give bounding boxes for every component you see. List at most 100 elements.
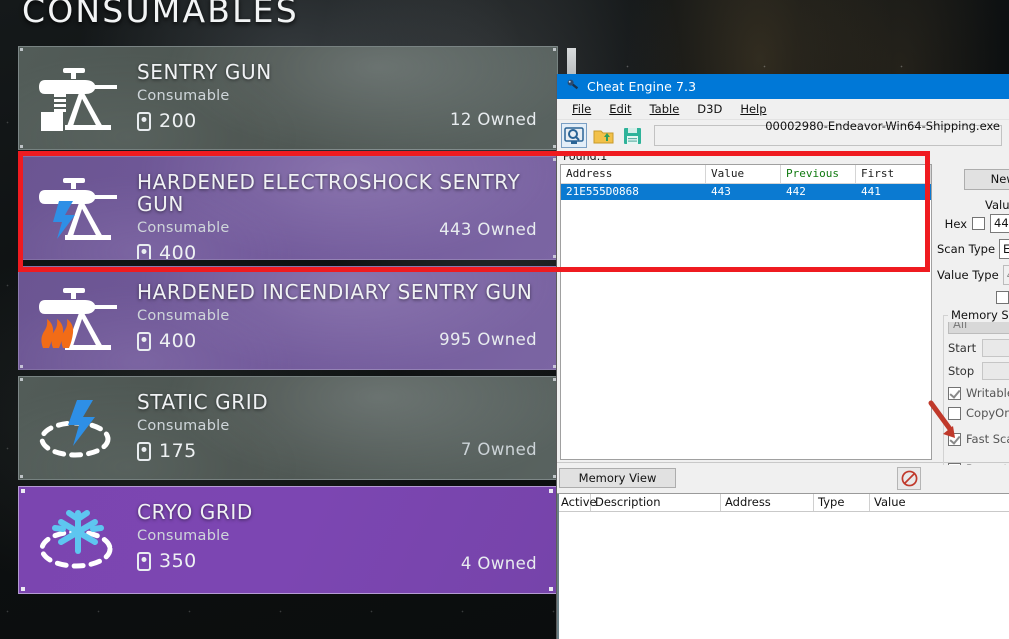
cell-previous: 442 xyxy=(781,184,856,200)
memory-scan-legend: Memory S xyxy=(948,308,1009,322)
column-header-ct-value[interactable]: Value xyxy=(870,494,990,511)
menu-help-label: Help xyxy=(740,102,766,116)
column-header-description[interactable]: Description xyxy=(591,494,721,511)
save-file-icon[interactable] xyxy=(619,123,645,148)
cheat-engine-toolbar[interactable]: 00002980-Endeavor-Win64-Shipping.exe xyxy=(557,120,1009,151)
scan-type-label: Scan Type xyxy=(937,242,995,256)
sentry-gun-incendiary-icon xyxy=(19,267,137,369)
currency-icon xyxy=(137,552,151,571)
cell-address: 21E555D0868 xyxy=(561,184,706,200)
no-entry-icon[interactable] xyxy=(897,467,921,490)
red-arrow-annotation xyxy=(926,400,962,442)
cheat-engine-titlebar[interactable]: Cheat Engine 7.3 xyxy=(557,74,1009,99)
card-body: CRYO GRID Consumable 350 4 Owned xyxy=(137,487,557,593)
value-type-select[interactable]: 4 B xyxy=(1003,265,1009,285)
card-body: SENTRY GUN Consumable 200 12 Owned xyxy=(137,47,557,149)
item-owned-count: 995 Owned xyxy=(439,330,537,349)
hex-checkbox[interactable] xyxy=(972,217,985,230)
new-scan-button[interactable]: New Scan xyxy=(964,169,1009,190)
scan-results-list[interactable]: Address Value Previous First 21E555D0868… xyxy=(560,164,932,460)
item-owned-count: 7 Owned xyxy=(461,440,537,459)
item-price: 175 xyxy=(159,440,197,462)
stop-address-input[interactable] xyxy=(982,362,1009,380)
open-process-icon[interactable] xyxy=(561,123,587,148)
cell-value: 443 xyxy=(706,184,781,200)
column-header-active[interactable]: Active xyxy=(557,494,591,511)
open-file-icon[interactable] xyxy=(590,123,616,148)
writable-label: Writable xyxy=(966,386,1009,400)
item-price: 400 xyxy=(159,242,197,260)
item-price: 200 xyxy=(159,110,197,132)
hex-label: Hex xyxy=(937,217,967,231)
memory-scan-options-group: Memory S All Start Stop Writable CopyOn xyxy=(943,315,1009,481)
cheat-engine-logo-icon xyxy=(565,77,580,96)
static-grid-icon xyxy=(19,377,137,479)
item-type: Consumable xyxy=(137,308,557,324)
menu-file-label: File xyxy=(572,102,591,116)
list-item[interactable]: STATIC GRID Consumable 175 7 Owned xyxy=(18,376,558,480)
sentry-gun-electroshock-icon xyxy=(19,157,137,259)
scan-results-header[interactable]: Address Value Previous First xyxy=(561,165,931,184)
start-address-input[interactable] xyxy=(982,339,1009,357)
extra-option-checkbox[interactable] xyxy=(996,291,1009,304)
stop-label: Stop xyxy=(948,364,982,378)
value-label-row: Value xyxy=(937,198,1009,212)
start-label: Start xyxy=(948,341,982,355)
cheat-engine-window[interactable]: Cheat Engine 7.3 File Edit Table D3D Hel… xyxy=(556,74,1009,639)
writable-row: Writable xyxy=(948,386,1009,400)
card-body: HARDENED INCENDIARY SENTRY GUN Consumabl… xyxy=(137,267,557,369)
value-type-row: Value Type 4 B xyxy=(937,265,1009,285)
item-type: Consumable xyxy=(137,418,557,434)
memory-view-button[interactable]: Memory View xyxy=(559,468,676,488)
background-scrollbar-fragment[interactable] xyxy=(567,48,576,76)
card-body: HARDENED ELECTROSHOCK SENTRY GUN Consuma… xyxy=(137,157,557,259)
page-title: CONSUMABLES xyxy=(22,0,299,30)
column-header-first[interactable]: First xyxy=(856,165,931,183)
fast-scan-label: Fast Sca xyxy=(966,432,1009,446)
cheat-engine-title: Cheat Engine 7.3 xyxy=(587,79,696,94)
cheat-table-header[interactable]: Active Description Address Type Value xyxy=(557,494,1009,512)
menu-file[interactable]: File xyxy=(563,102,600,116)
item-name: SENTRY GUN xyxy=(137,61,557,83)
cheat-engine-statusbar xyxy=(557,630,1009,639)
table-row[interactable]: 21E555D0868 443 442 441 xyxy=(561,184,931,200)
cheat-table[interactable]: Active Description Address Type Value xyxy=(557,493,1009,639)
currency-icon xyxy=(137,112,151,131)
value-type-label: Value Type xyxy=(937,268,999,282)
item-type: Consumable xyxy=(137,88,557,104)
item-name: CRYO GRID xyxy=(137,501,557,523)
item-type: Consumable xyxy=(137,528,557,544)
column-header-address[interactable]: Address xyxy=(561,165,706,183)
cryo-grid-icon xyxy=(19,487,137,593)
item-price: 350 xyxy=(159,550,197,572)
column-header-ct-address[interactable]: Address xyxy=(721,494,814,511)
list-item[interactable]: HARDENED ELECTROSHOCK SENTRY GUN Consuma… xyxy=(18,156,558,260)
menu-help[interactable]: Help xyxy=(731,102,775,116)
column-header-type[interactable]: Type xyxy=(814,494,870,511)
column-header-previous[interactable]: Previous xyxy=(781,165,856,183)
sentry-gun-icon xyxy=(19,47,137,149)
hex-row: Hex 442 xyxy=(937,214,1009,233)
scan-type-row: Scan Type Ex xyxy=(937,239,1009,259)
list-item[interactable]: CRYO GRID Consumable 350 4 Owned xyxy=(18,486,558,594)
item-owned-count: 12 Owned xyxy=(450,110,537,129)
list-item[interactable]: SENTRY GUN Consumable 200 12 Owned xyxy=(18,46,558,150)
list-item[interactable]: HARDENED INCENDIARY SENTRY GUN Consumabl… xyxy=(18,266,558,370)
writable-checkbox[interactable] xyxy=(948,387,961,400)
scan-type-select[interactable]: Ex xyxy=(999,239,1009,259)
scan-value-input[interactable]: 442 xyxy=(990,214,1009,233)
column-header-value[interactable]: Value xyxy=(706,165,781,183)
item-owned-count: 443 Owned xyxy=(439,220,537,239)
found-count-label: Found:1 xyxy=(557,151,1009,164)
consumables-item-list: SENTRY GUN Consumable 200 12 Owned xyxy=(18,46,558,600)
menu-d3d[interactable]: D3D xyxy=(688,102,731,116)
item-name: STATIC GRID xyxy=(137,391,557,413)
extra-option-row xyxy=(937,291,1009,304)
menu-edit-label: Edit xyxy=(609,102,631,116)
menu-table[interactable]: Table xyxy=(641,102,689,116)
start-address-row: Start xyxy=(948,339,1009,357)
cheat-engine-menubar[interactable]: File Edit Table D3D Help xyxy=(557,99,1009,120)
cell-first: 441 xyxy=(856,184,931,200)
table-left-edge xyxy=(557,494,559,639)
menu-edit[interactable]: Edit xyxy=(600,102,640,116)
